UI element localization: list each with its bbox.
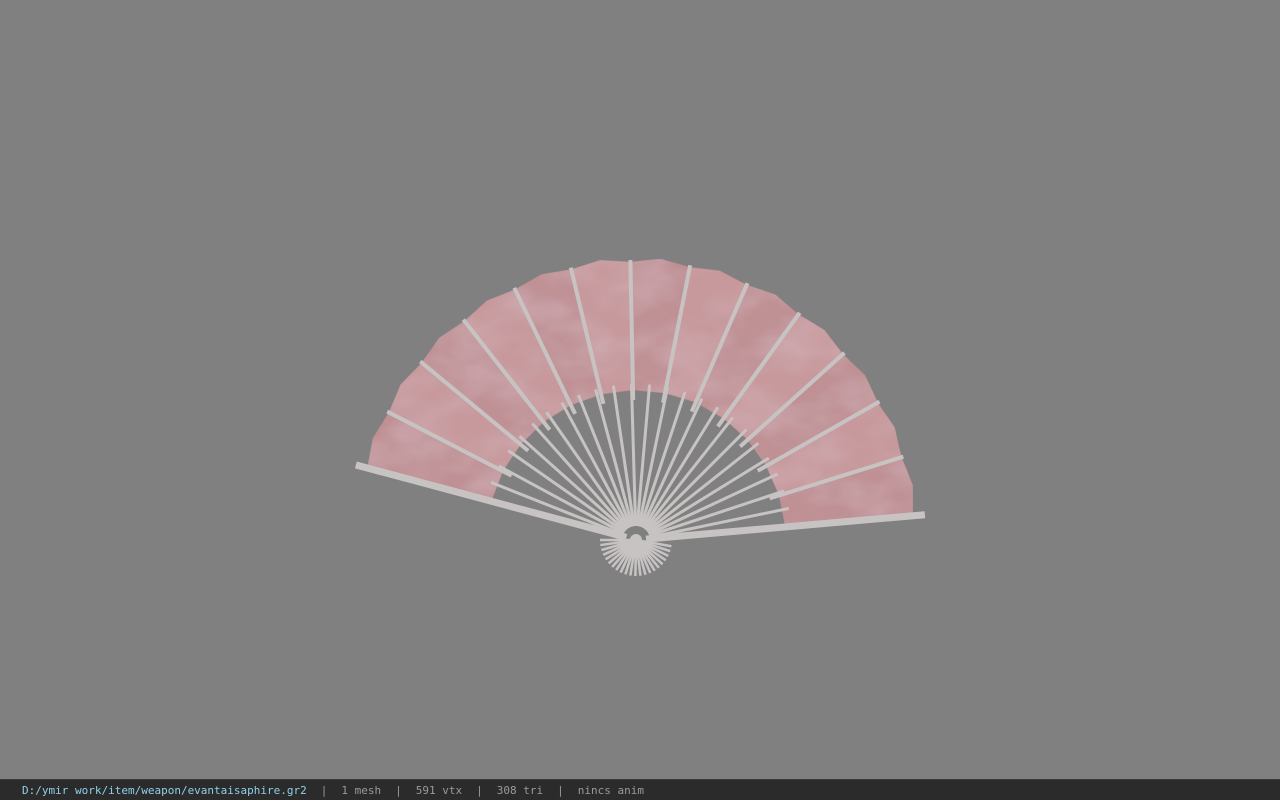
separator: |: [395, 783, 402, 797]
file-path: D:/ymir work/item/weapon/evantaisaphire.…: [22, 783, 307, 797]
fan-rib: [628, 260, 636, 401]
separator: |: [476, 783, 483, 797]
separator: |: [557, 783, 564, 797]
separator: |: [320, 783, 328, 797]
triangle-count: 308 tri: [496, 783, 544, 797]
fan-pivot-pin: [630, 534, 642, 546]
3d-viewport[interactable]: [0, 0, 1280, 779]
mesh-count: 1 mesh: [341, 783, 382, 797]
vertex-count: 591 vtx: [415, 783, 463, 797]
fan-model: [354, 258, 926, 577]
fan-inner-stick: [594, 388, 634, 527]
animation-status: nincs anim: [577, 783, 644, 797]
status-bar: D:/ymir work/item/weapon/evantaisaphire.…: [0, 779, 1280, 800]
